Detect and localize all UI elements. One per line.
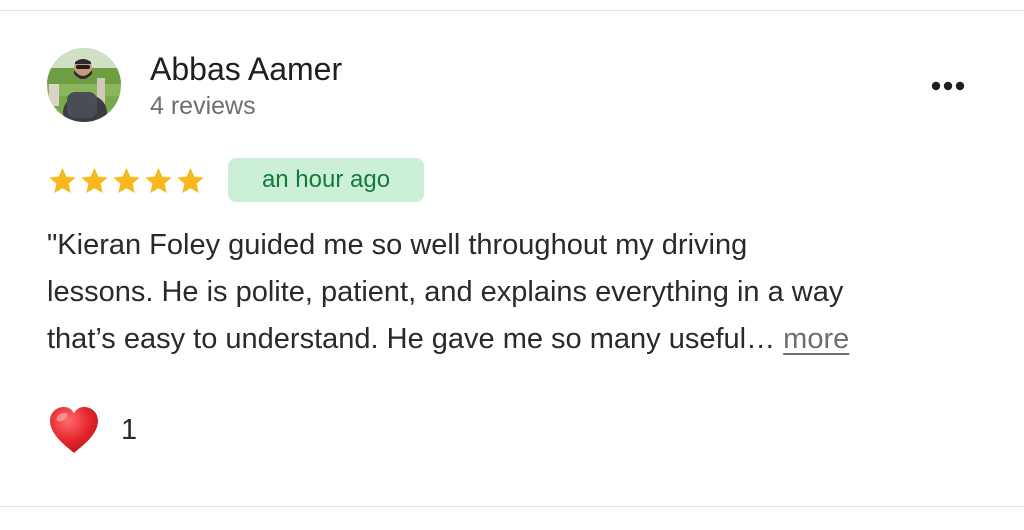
heart-icon[interactable] <box>47 405 101 455</box>
review-text: "Kieran Foley guided me so well througho… <box>47 222 982 363</box>
reaction-row: 1 <box>47 402 137 458</box>
review-text-line: "Kieran Foley guided me so well througho… <box>47 229 748 261</box>
star-icon <box>145 168 172 193</box>
review-card: Abbas Aamer 4 reviews an hour ago "Kiera… <box>0 0 1024 530</box>
star-icon <box>113 168 140 193</box>
author-name[interactable]: Abbas Aamer <box>150 50 342 88</box>
review-time-badge: an hour ago <box>228 158 424 202</box>
reaction-count: 1 <box>121 413 138 446</box>
star-icon <box>49 168 76 193</box>
more-options-button[interactable] <box>925 72 971 100</box>
star-rating <box>47 162 207 200</box>
review-text-line: that’s easy to understand. He gave me so… <box>47 316 982 363</box>
avatar[interactable] <box>47 48 121 122</box>
review-text-line-content: that’s easy to understand. He gave me so… <box>47 323 776 355</box>
three-dots-horizontal-icon <box>931 81 965 91</box>
review-text-line: lessons. He is polite, patient, and expl… <box>47 276 844 308</box>
author-review-count: 4 reviews <box>150 92 256 120</box>
read-more-link[interactable]: more <box>783 323 849 355</box>
star-icon <box>177 168 204 193</box>
divider-top <box>0 10 1024 11</box>
divider-bottom <box>0 506 1024 507</box>
star-icon <box>81 168 108 193</box>
